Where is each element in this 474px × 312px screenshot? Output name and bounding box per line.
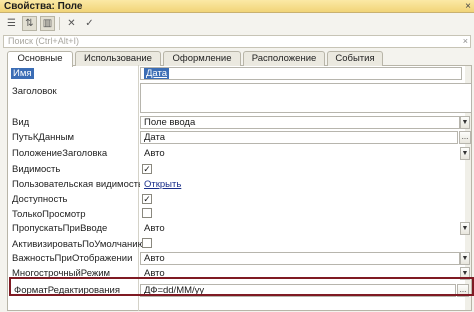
toolbar-separator bbox=[59, 17, 60, 30]
kind-select[interactable]: Поле ввода bbox=[140, 116, 460, 129]
window-title-bar: Свойства: Поле × bbox=[0, 0, 474, 13]
property-label-user-visibility: Пользовательская видимость bbox=[12, 179, 143, 190]
datapath-field[interactable]: Дата bbox=[140, 131, 458, 144]
title-position-dropdown-icon[interactable]: ▼ bbox=[460, 147, 470, 160]
title-position-select[interactable]: Авто bbox=[140, 147, 460, 160]
check-icon[interactable]: ✓ bbox=[82, 16, 97, 31]
enabled-checkbox[interactable]: ✓ bbox=[142, 194, 152, 204]
property-label-datapath: ПутьКДанным bbox=[12, 132, 74, 143]
property-label-enabled: Доступность bbox=[12, 194, 68, 205]
property-label-display-importance: ВажностьПриОтображении bbox=[12, 253, 133, 264]
user-visibility-field: Открыть bbox=[140, 178, 240, 191]
search-input[interactable]: Поиск (Ctrl+Alt+I) × bbox=[3, 35, 471, 48]
display-importance-dropdown-icon[interactable]: ▼ bbox=[460, 252, 470, 265]
filter-icon[interactable]: ▥ bbox=[40, 16, 55, 31]
tab-main[interactable]: Основные bbox=[7, 51, 73, 67]
tab-usage[interactable]: Использование bbox=[75, 51, 161, 66]
kind-dropdown-icon[interactable]: ▼ bbox=[460, 116, 470, 129]
tab-appearance[interactable]: Оформление bbox=[163, 51, 241, 66]
sort-icon[interactable]: ⇅ bbox=[22, 16, 37, 31]
skip-on-input-dropdown-icon[interactable]: ▼ bbox=[460, 222, 470, 235]
property-label-skip-on-input: ПропускатьПриВводе bbox=[12, 223, 108, 234]
visible-checkbox[interactable]: ✓ bbox=[142, 164, 152, 174]
delete-icon[interactable]: ✕ bbox=[64, 16, 79, 31]
user-visibility-open-link[interactable]: Открыть bbox=[144, 179, 181, 190]
tab-layout[interactable]: Расположение bbox=[243, 51, 325, 66]
property-label-readonly: ТолькоПросмотр bbox=[12, 209, 86, 220]
close-icon[interactable]: × bbox=[465, 0, 471, 13]
list-icon[interactable]: ☰ bbox=[4, 16, 19, 31]
name-value: Дата bbox=[144, 68, 170, 79]
property-label-default-activate: АктивизироватьПоУмолчанию bbox=[12, 239, 145, 250]
datapath-select-icon[interactable]: ... bbox=[459, 131, 471, 144]
highlight-frame bbox=[9, 277, 474, 296]
clear-search-icon[interactable]: × bbox=[463, 35, 468, 47]
property-label-title: Заголовок bbox=[12, 86, 57, 97]
readonly-checkbox[interactable] bbox=[142, 208, 152, 218]
window-title: Свойства: Поле bbox=[4, 1, 83, 12]
name-field[interactable]: Дата bbox=[140, 67, 462, 80]
display-importance-select[interactable]: Авто bbox=[140, 252, 460, 265]
title-field[interactable] bbox=[140, 83, 472, 113]
property-label-name: Имя bbox=[11, 68, 34, 79]
property-label-title-position: ПоложениеЗаголовка bbox=[12, 148, 108, 159]
skip-on-input-select[interactable]: Авто bbox=[140, 222, 460, 235]
search-placeholder: Поиск (Ctrl+Alt+I) bbox=[8, 36, 79, 46]
default-activate-checkbox[interactable] bbox=[142, 238, 152, 248]
toolbar: ☰ ⇅ ▥ ✕ ✓ bbox=[0, 14, 474, 33]
property-label-visible: Видимость bbox=[12, 164, 61, 175]
tab-events[interactable]: События bbox=[327, 51, 383, 66]
property-label-kind: Вид bbox=[12, 117, 30, 128]
